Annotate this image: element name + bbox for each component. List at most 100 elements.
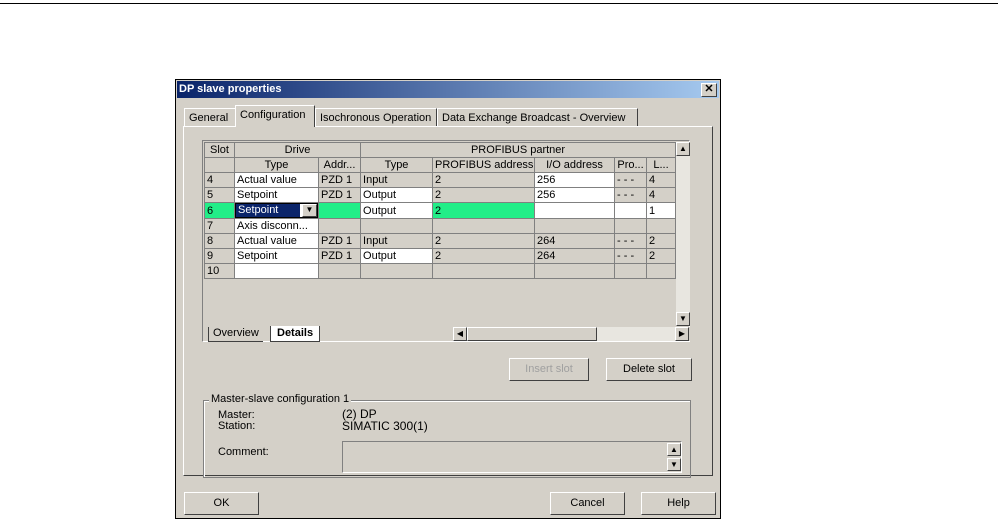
partner-type-cell: Input <box>360 233 434 249</box>
addr-cell: PZD 1 <box>317 187 362 203</box>
partner-type-cell <box>360 263 434 279</box>
tab-general[interactable]: General <box>184 108 236 126</box>
slot-cell: 10 <box>204 263 235 279</box>
partner-type-cell[interactable]: Output <box>360 187 434 203</box>
table-row[interactable]: 5 Setpoint PZD 1 Output 2 256 - - - 4 <box>204 187 677 203</box>
station-label: Station: <box>218 420 256 432</box>
addr-cell <box>317 218 362 234</box>
l-cell: 2 <box>646 248 677 264</box>
type-cell[interactable]: Setpoint <box>234 248 319 264</box>
type-cell[interactable]: Actual value <box>234 172 319 188</box>
header-pro[interactable]: Pro... <box>614 157 648 173</box>
close-icon: ✕ <box>704 83 714 95</box>
table-row[interactable]: 10 <box>204 263 677 279</box>
profibus-address-cell: 2 <box>432 248 536 264</box>
header-drive: Drive <box>233 142 362 158</box>
type-cell[interactable]: Setpoint <box>234 187 319 203</box>
table-row[interactable]: 4 Actual value PZD 1 Input 2 256 - - - 4 <box>204 172 677 188</box>
profibus-address-cell: 2 <box>432 233 536 249</box>
partner-type-cell[interactable]: Output <box>360 248 434 264</box>
io-address-cell[interactable]: 256 <box>534 172 616 188</box>
chevron-down-icon[interactable]: ▼ <box>302 204 317 217</box>
comment-label: Comment: <box>218 446 269 458</box>
header-io-address[interactable]: I/O address <box>534 157 616 173</box>
addr-cell: PZD 1 <box>317 248 362 264</box>
comment-field[interactable]: ▲ ▼ <box>342 441 682 473</box>
insert-slot-button[interactable]: Insert slot <box>509 358 589 381</box>
top-divider-line <box>0 3 998 4</box>
sheet-tab-overview[interactable]: Overview <box>208 327 263 342</box>
type-cell[interactable]: Axis disconn... <box>234 218 319 234</box>
delete-slot-button[interactable]: Delete slot <box>606 358 692 381</box>
profibus-address-cell: 2 <box>432 187 536 203</box>
table-row-selected[interactable]: 6 Setpoint ▼ Output 2 1 <box>204 202 677 219</box>
scroll-down-icon[interactable]: ▼ <box>676 312 690 326</box>
profibus-address-cell <box>432 218 536 234</box>
dialog-title-bar[interactable]: DP slave properties ✕ <box>177 81 719 98</box>
slot-cell: 4 <box>204 172 235 188</box>
grid-vertical-scrollbar[interactable]: ▲ ▼ <box>676 142 690 326</box>
io-address-cell: 264 <box>534 248 616 264</box>
l-cell: 4 <box>646 187 677 203</box>
type-cell[interactable] <box>234 263 319 279</box>
io-address-cell <box>534 218 616 234</box>
addr-cell: PZD 1 <box>317 172 362 188</box>
l-cell <box>646 263 677 279</box>
header-addr[interactable]: Addr... <box>317 157 362 173</box>
slot-cell: 9 <box>204 248 235 264</box>
slot-cell: 7 <box>204 218 235 234</box>
station-value: SIMATIC 300(1) <box>342 419 428 433</box>
type-cell[interactable]: Actual value <box>234 233 319 249</box>
grid-header-row-sub: Type Addr... Type PROFIBUS address I/O a… <box>204 157 677 173</box>
slot-table: Slot Drive PROFIBUS partner Type Addr...… <box>204 142 677 279</box>
l-cell: 4 <box>646 172 677 188</box>
master-slave-group-label: Master-slave configuration 1 <box>209 393 352 405</box>
pro-cell <box>614 218 648 234</box>
horizontal-scroll-thumb[interactable] <box>467 327 597 341</box>
dp-slave-properties-dialog: DP slave properties ✕ General Configurat… <box>175 79 721 519</box>
profibus-address-cell: 2 <box>432 172 536 188</box>
profibus-address-cell[interactable]: 2 <box>432 202 536 219</box>
cancel-button[interactable]: Cancel <box>550 492 625 515</box>
comment-scroll-up-icon[interactable]: ▲ <box>667 443 681 456</box>
header-profibus-address[interactable]: PROFIBUS address <box>432 157 536 173</box>
header-l[interactable]: L... <box>646 157 677 173</box>
pro-cell: - - - <box>614 233 648 249</box>
addr-cell[interactable] <box>317 202 362 219</box>
help-button[interactable]: Help <box>641 492 716 515</box>
grid-header-row-top: Slot Drive PROFIBUS partner <box>204 142 677 158</box>
tab-data-exchange-broadcast[interactable]: Data Exchange Broadcast - Overview <box>437 108 638 126</box>
pro-cell: - - - <box>614 248 648 264</box>
header-profibus-partner: PROFIBUS partner <box>360 142 677 158</box>
table-row[interactable]: 8 Actual value PZD 1 Input 2 264 - - - 2 <box>204 233 677 249</box>
header-type[interactable]: Type <box>234 157 319 173</box>
sheet-tab-details[interactable]: Details <box>270 326 321 342</box>
scroll-right-icon[interactable]: ▶ <box>675 327 689 341</box>
addr-cell: PZD 1 <box>317 233 362 249</box>
close-button[interactable]: ✕ <box>701 83 717 97</box>
tab-configuration[interactable]: Configuration <box>235 105 315 127</box>
grid-horizontal-scrollbar[interactable]: ◀ ▶ <box>453 327 689 341</box>
type-dropdown-cell[interactable]: Setpoint ▼ <box>234 202 319 219</box>
table-row[interactable]: 9 Setpoint PZD 1 Output 2 264 - - - 2 <box>204 248 677 264</box>
tab-isochronous-operation[interactable]: Isochronous Operation <box>315 108 437 126</box>
io-address-cell[interactable] <box>534 202 616 219</box>
io-address-cell: 264 <box>534 233 616 249</box>
scroll-left-icon[interactable]: ◀ <box>453 327 467 341</box>
profibus-address-cell <box>432 263 536 279</box>
header-slot: Slot <box>204 142 235 158</box>
pro-cell: - - - <box>614 187 648 203</box>
l-cell[interactable]: 1 <box>646 202 677 219</box>
type-dropdown-value[interactable]: Setpoint <box>236 204 300 217</box>
partner-type-cell <box>360 218 434 234</box>
header-partner-type[interactable]: Type <box>360 157 434 173</box>
comment-scroll-down-icon[interactable]: ▼ <box>667 458 681 471</box>
header-blank <box>204 157 235 173</box>
partner-type-cell[interactable]: Output <box>360 202 434 219</box>
table-row[interactable]: 7 Axis disconn... <box>204 218 677 234</box>
ok-button[interactable]: OK <box>184 492 259 515</box>
pro-cell[interactable] <box>614 202 648 219</box>
partner-type-cell: Input <box>360 172 434 188</box>
io-address-cell[interactable]: 256 <box>534 187 616 203</box>
scroll-up-icon[interactable]: ▲ <box>676 142 690 156</box>
